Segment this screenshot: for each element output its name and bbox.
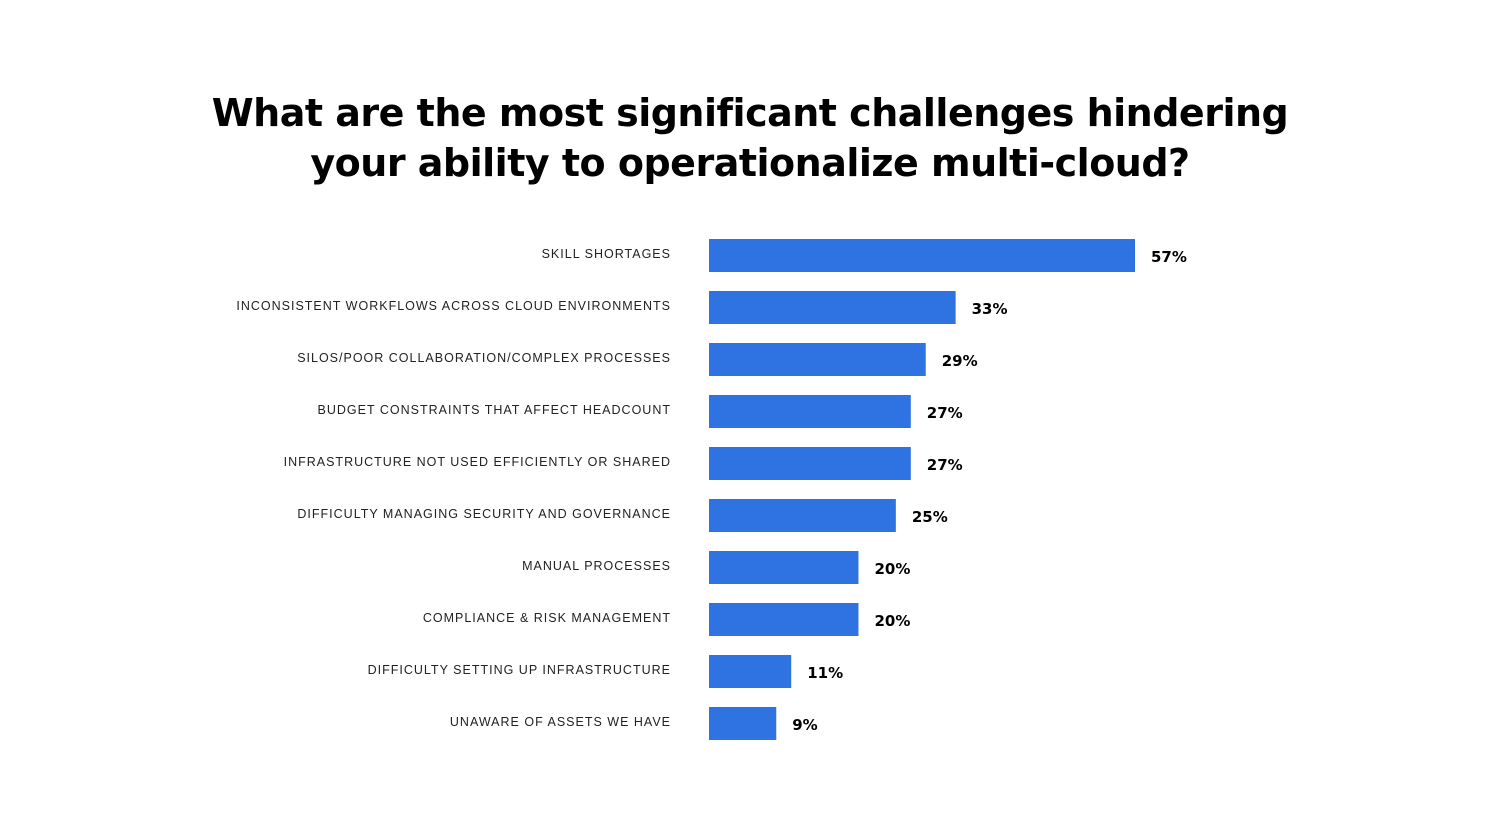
value-label: 33%	[972, 300, 1008, 318]
value-label: 11%	[807, 664, 843, 682]
value-label: 57%	[1151, 248, 1187, 266]
bar	[709, 395, 911, 428]
bar	[709, 343, 926, 376]
value-label: 29%	[942, 352, 978, 370]
category-label: BUDGET CONSTRAINTS THAT AFFECT HEADCOUNT	[318, 403, 671, 417]
bar	[709, 707, 777, 740]
bar-chart: SKILL SHORTAGES 57% INCONSISTENT WORKFLOWS…	[236, 239, 1187, 740]
bar	[709, 551, 859, 584]
category-label: INCONSISTENT WORKFLOWS ACROSS CLOUD ENVI…	[236, 299, 671, 313]
category-label: MANUAL PROCESSES	[522, 559, 671, 573]
category-label: SKILL SHORTAGES	[542, 247, 671, 261]
value-label: 27%	[927, 404, 963, 422]
value-label: 27%	[927, 456, 963, 474]
category-label: UNAWARE OF ASSETS WE HAVE	[450, 715, 671, 729]
bar	[709, 603, 859, 636]
bar	[709, 291, 956, 324]
category-label: SILOS/POOR COLLABORATION/COMPLEX PROCESS…	[297, 351, 671, 365]
value-label: 20%	[874, 612, 910, 630]
bar	[709, 447, 911, 480]
category-label: DIFFICULTY MANAGING SECURITY AND GOVERNA…	[297, 507, 671, 521]
category-label: COMPLIANCE & RISK MANAGEMENT	[423, 611, 671, 625]
value-label: 25%	[912, 508, 948, 526]
value-label: 20%	[874, 560, 910, 578]
category-label: INFRASTRUCTURE NOT USED EFFICIENTLY OR S…	[284, 455, 671, 469]
bar	[709, 499, 896, 532]
bar	[709, 239, 1135, 272]
category-label: DIFFICULTY SETTING UP INFRASTRUCTURE	[368, 663, 671, 677]
bar	[709, 655, 792, 688]
value-label: 9%	[792, 716, 817, 734]
